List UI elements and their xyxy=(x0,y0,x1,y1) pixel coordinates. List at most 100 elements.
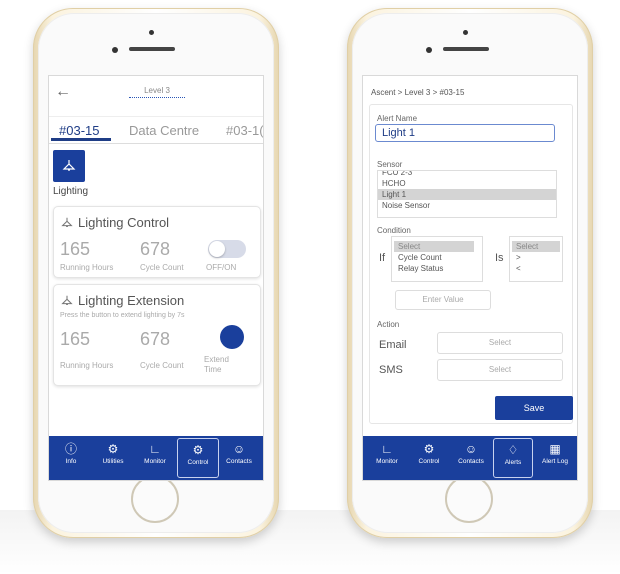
nav-label: Contacts xyxy=(226,458,252,465)
cycle-count-value: 678 xyxy=(140,239,171,259)
card-title: Lighting Control xyxy=(60,215,169,230)
list-item[interactable]: FCU 2-3 xyxy=(378,171,556,178)
sms-label: SMS xyxy=(379,364,403,376)
running-hours-label: Running Hours xyxy=(60,361,114,370)
earpiece-speaker xyxy=(443,47,489,51)
extend-label-line1: Extend xyxy=(204,355,229,364)
breadcrumb: Ascent > Level 3 > #03-15 xyxy=(371,88,465,97)
list-item-placeholder[interactable]: Select xyxy=(394,241,474,252)
if-label: If xyxy=(379,252,386,264)
lamp-icon xyxy=(61,295,73,305)
nav-alert-log[interactable]: ▦ Alert Log xyxy=(535,438,575,476)
list-item[interactable]: > xyxy=(512,252,560,263)
left-phone-frame: ← Level 3 #03-15 Data Centre #03-1( Ligh… xyxy=(33,8,279,538)
extension-hint: Press the button to extend lighting by 7… xyxy=(60,312,185,319)
nav-control[interactable]: ⚙ Control xyxy=(409,438,449,476)
nav-label: Alerts xyxy=(504,459,522,466)
lamp-icon xyxy=(62,160,76,171)
list-item[interactable]: < xyxy=(512,263,560,274)
right-phone-frame: Ascent > Level 3 > #03-15 Alert Name Lig… xyxy=(347,8,593,538)
active-tab-indicator xyxy=(51,138,111,141)
contacts-icon: ☺ xyxy=(464,442,478,456)
save-button[interactable]: Save xyxy=(495,396,573,420)
lighting-toggle[interactable] xyxy=(208,240,246,258)
nav-label: Utilities xyxy=(102,458,124,465)
list-item[interactable]: HCHO xyxy=(378,178,556,189)
front-camera xyxy=(112,47,118,53)
nav-label: Contacts xyxy=(458,458,484,465)
list-item[interactable]: Cycle Count xyxy=(394,252,480,263)
nav-label: Monitor xyxy=(144,458,166,465)
email-select[interactable]: Select xyxy=(437,332,563,354)
email-label: Email xyxy=(379,339,407,351)
tab-03-15[interactable]: #03-15 xyxy=(59,123,99,138)
condition-listbox[interactable]: Select Cycle Count Relay Status xyxy=(391,236,483,282)
is-label: Is xyxy=(495,252,504,264)
nav-label: Alert Log xyxy=(541,458,569,465)
bottom-nav: ⓘ Info ⚙ Utilities ∟ Monitor ⚙ Control ☺… xyxy=(49,436,263,480)
list-item-placeholder[interactable]: Select xyxy=(512,241,560,252)
tab-03-1x[interactable]: #03-1( xyxy=(226,123,263,138)
lamp-icon xyxy=(61,217,73,227)
bell-icon: ♢ xyxy=(507,443,519,457)
back-arrow-icon[interactable]: ← xyxy=(55,84,71,100)
running-hours-value: 165 xyxy=(60,329,91,349)
alert-name-label: Alert Name xyxy=(377,114,418,123)
lighting-control-card: Lighting Control 165 Running Hours 678 C… xyxy=(53,206,261,278)
sensor-label: Sensor xyxy=(377,160,403,169)
lighting-tile[interactable] xyxy=(53,150,85,182)
lighting-tile-label: Lighting xyxy=(53,186,89,197)
nav-label: Control xyxy=(418,458,440,465)
list-item-selected[interactable]: Light 1 xyxy=(378,189,556,200)
nav-contacts[interactable]: ☺ Contacts xyxy=(219,438,259,476)
action-label: Action xyxy=(377,320,400,329)
extend-label-line2: Time xyxy=(204,365,222,374)
running-hours-label: Running Hours xyxy=(60,263,114,272)
home-button[interactable] xyxy=(445,475,493,523)
nav-monitor[interactable]: ∟ Monitor xyxy=(367,438,407,476)
toggle-label: OFF/ON xyxy=(206,263,237,272)
contacts-icon: ☺ xyxy=(232,442,246,456)
condition-label: Condition xyxy=(377,226,411,235)
running-hours-value: 165 xyxy=(60,239,91,259)
gear-icon: ⚙ xyxy=(192,443,204,457)
right-screen: Ascent > Level 3 > #03-15 Alert Name Lig… xyxy=(363,76,577,480)
sensor-listbox[interactable]: FCU 2-3 HCHO Light 1 Noise Sensor xyxy=(377,170,557,218)
chart-icon: ∟ xyxy=(381,442,393,456)
nav-label: Info xyxy=(65,458,77,465)
list-item[interactable]: Noise Sensor xyxy=(378,200,556,211)
nav-info[interactable]: ⓘ Info xyxy=(53,438,89,476)
enter-value-input[interactable]: Enter Value xyxy=(395,290,491,310)
left-screen: ← Level 3 #03-15 Data Centre #03-1( Ligh… xyxy=(49,76,263,480)
cycle-count-label: Cycle Count xyxy=(140,263,184,272)
front-camera xyxy=(426,47,432,53)
extend-time-button[interactable] xyxy=(220,325,244,349)
alert-name-input[interactable]: Light 1 xyxy=(375,124,555,142)
top-bar: ← Level 3 xyxy=(49,76,263,117)
sensor-dot xyxy=(463,30,468,35)
lighting-control-title: Lighting Control xyxy=(78,215,170,230)
nav-monitor[interactable]: ∟ Monitor xyxy=(135,438,175,476)
level-title[interactable]: Level 3 xyxy=(127,86,187,95)
sms-select[interactable]: Select xyxy=(437,359,563,381)
level-underline xyxy=(129,97,185,98)
toggle-knob xyxy=(209,241,225,257)
operator-listbox[interactable]: Select > < xyxy=(509,236,563,282)
home-button[interactable] xyxy=(131,475,179,523)
gear-icon: ⚙ xyxy=(107,442,119,456)
nav-control[interactable]: ⚙ Control xyxy=(177,438,219,478)
card-title: Lighting Extension xyxy=(60,293,184,308)
tab-data-centre[interactable]: Data Centre xyxy=(129,123,199,138)
nav-alerts[interactable]: ♢ Alerts xyxy=(493,438,533,478)
lighting-extension-title: Lighting Extension xyxy=(78,293,185,308)
list-item[interactable]: Relay Status xyxy=(394,263,480,274)
gear-icon: ⚙ xyxy=(423,442,435,456)
cycle-count-value: 678 xyxy=(140,329,171,349)
log-icon: ▦ xyxy=(549,442,561,456)
cycle-count-label: Cycle Count xyxy=(140,361,184,370)
nav-label: Monitor xyxy=(376,458,398,465)
chart-icon: ∟ xyxy=(149,442,161,456)
nav-label: Control xyxy=(187,459,209,466)
nav-contacts[interactable]: ☺ Contacts xyxy=(451,438,491,476)
nav-utilities[interactable]: ⚙ Utilities xyxy=(93,438,133,476)
